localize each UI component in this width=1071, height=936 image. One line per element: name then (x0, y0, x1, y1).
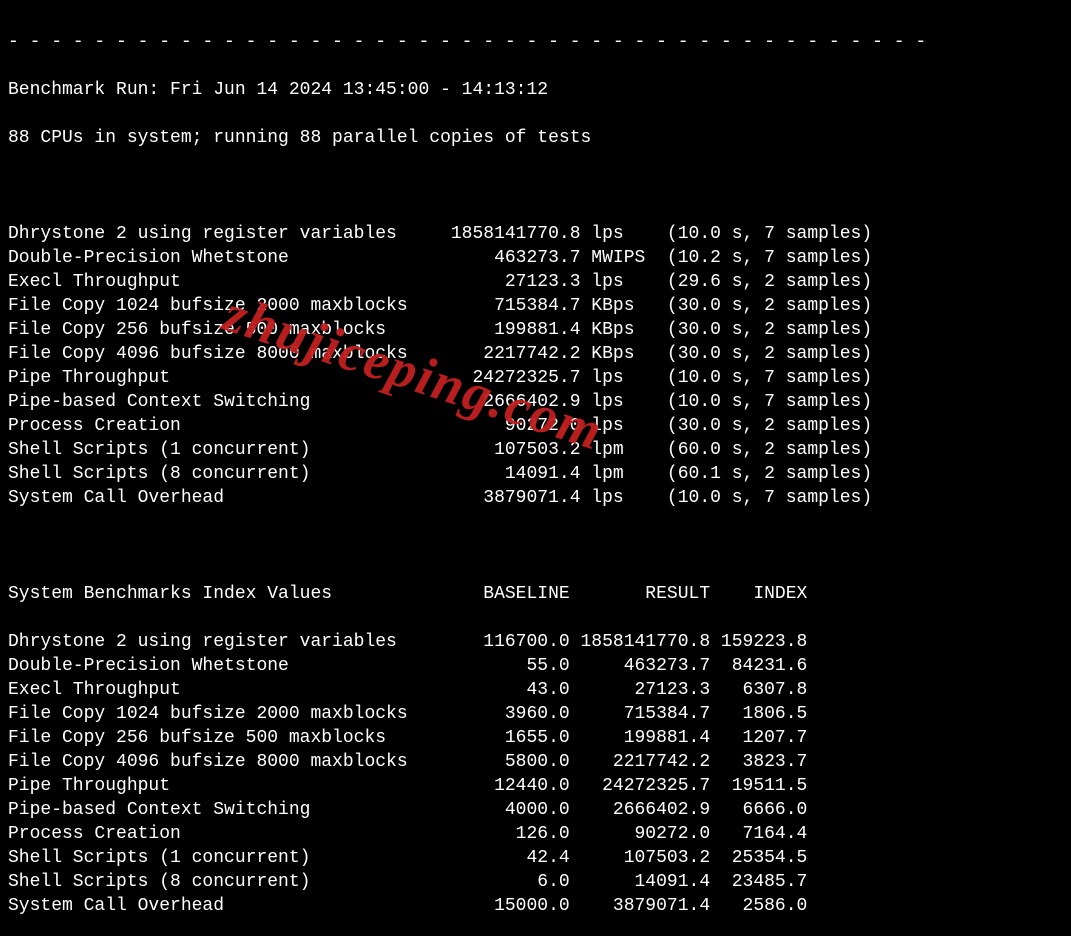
test-row: Process Creation 90272.0 lps (30.0 s, 2 … (8, 414, 1063, 438)
index-block: Dhrystone 2 using register variables 116… (8, 630, 1063, 918)
test-row: Shell Scripts (1 concurrent) 107503.2 lp… (8, 438, 1063, 462)
test-row: System Call Overhead 3879071.4 lps (10.0… (8, 486, 1063, 510)
dash-line: - - - - - - - - - - - - - - - - - - - - … (8, 30, 1063, 54)
index-row: Execl Throughput 43.0 27123.3 6307.8 (8, 678, 1063, 702)
index-row: File Copy 4096 bufsize 8000 maxblocks 58… (8, 750, 1063, 774)
index-row: Process Creation 126.0 90272.0 7164.4 (8, 822, 1063, 846)
test-row: Execl Throughput 27123.3 lps (29.6 s, 2 … (8, 270, 1063, 294)
test-row: File Copy 256 bufsize 500 maxblocks 1998… (8, 318, 1063, 342)
blank-line (8, 174, 1063, 198)
index-row: Dhrystone 2 using register variables 116… (8, 630, 1063, 654)
test-row: Pipe-based Context Switching 2666402.9 l… (8, 390, 1063, 414)
test-row: Double-Precision Whetstone 463273.7 MWIP… (8, 246, 1063, 270)
index-row: Double-Precision Whetstone 55.0 463273.7… (8, 654, 1063, 678)
test-row: File Copy 4096 bufsize 8000 maxblocks 22… (8, 342, 1063, 366)
index-row: System Call Overhead 15000.0 3879071.4 2… (8, 894, 1063, 918)
index-row: Shell Scripts (1 concurrent) 42.4 107503… (8, 846, 1063, 870)
cpu-line: 88 CPUs in system; running 88 parallel c… (8, 126, 1063, 150)
test-row: File Copy 1024 bufsize 2000 maxblocks 71… (8, 294, 1063, 318)
index-row: File Copy 1024 bufsize 2000 maxblocks 39… (8, 702, 1063, 726)
index-row: File Copy 256 bufsize 500 maxblocks 1655… (8, 726, 1063, 750)
index-row: Shell Scripts (8 concurrent) 6.0 14091.4… (8, 870, 1063, 894)
run-line: Benchmark Run: Fri Jun 14 2024 13:45:00 … (8, 78, 1063, 102)
test-row: Pipe Throughput 24272325.7 lps (10.0 s, … (8, 366, 1063, 390)
index-row: Pipe-based Context Switching 4000.0 2666… (8, 798, 1063, 822)
tests-block: Dhrystone 2 using register variables 185… (8, 222, 1063, 510)
index-row: Pipe Throughput 12440.0 24272325.7 19511… (8, 774, 1063, 798)
blank-line (8, 534, 1063, 558)
test-row: Dhrystone 2 using register variables 185… (8, 222, 1063, 246)
index-header-line: System Benchmarks Index Values BASELINE … (8, 582, 1063, 606)
terminal-output: - - - - - - - - - - - - - - - - - - - - … (0, 0, 1071, 936)
test-row: Shell Scripts (8 concurrent) 14091.4 lpm… (8, 462, 1063, 486)
